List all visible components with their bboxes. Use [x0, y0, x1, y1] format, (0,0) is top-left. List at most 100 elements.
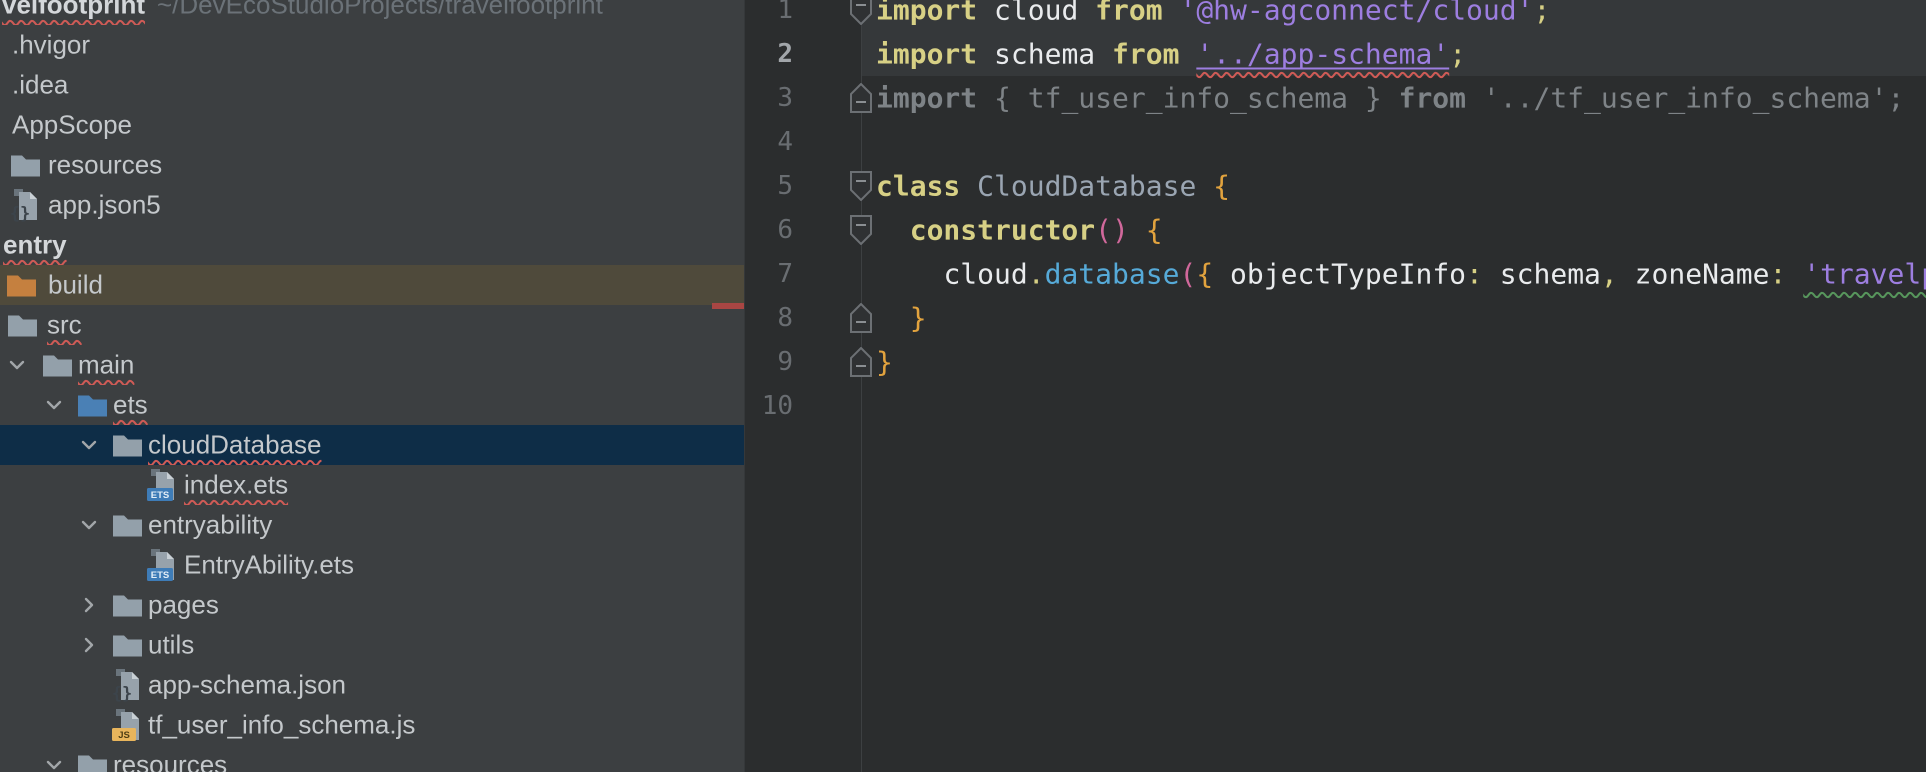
- chevron-down-icon[interactable]: [78, 514, 100, 536]
- folder-icon: [77, 753, 108, 772]
- tree-item-label: build: [48, 269, 103, 300]
- tree-item--hvigor[interactable]: .hvigor: [0, 25, 744, 65]
- svg-text:ETS: ETS: [151, 570, 169, 581]
- code-line-4[interactable]: 4: [745, 120, 1926, 164]
- chevron-right-icon[interactable]: [78, 594, 100, 616]
- code-line-1[interactable]: 1 import cloud from '@hw-agconnect/cloud'…: [745, 0, 1926, 32]
- tree-item-label: EntryAbility.ets: [184, 549, 355, 580]
- project-tree-panel: velfootprint ~/DevEcoStudioProjects/trave…: [0, 0, 745, 772]
- tree-item-resources[interactable]: resources: [0, 145, 744, 185]
- chevron-down-icon[interactable]: [43, 394, 65, 416]
- tree-item-tf-user-info-schema-js[interactable]: JS tf_user_info_schema.js: [0, 705, 744, 745]
- project-root-label: velfootprint: [2, 0, 145, 20]
- chevron-right-icon[interactable]: [78, 634, 100, 656]
- tree-item-label: tf_user_info_schema.js: [148, 709, 416, 740]
- code-line-2[interactable]: 2 import schema from '../app-schema';: [745, 32, 1926, 76]
- fold-marker-end-icon[interactable]: [849, 302, 873, 333]
- js-file-icon: JS: [112, 708, 142, 742]
- code-line-5[interactable]: 5 class CloudDatabase {: [745, 164, 1926, 208]
- tree-item-entry[interactable]: entry: [0, 225, 744, 265]
- line-number: 8: [777, 303, 793, 333]
- tree-item-resources[interactable]: resources: [0, 745, 744, 772]
- code-text: import cloud from '@hw-agconnect/cloud';: [876, 0, 1551, 27]
- chevron-down-icon[interactable]: [43, 754, 65, 772]
- fold-marker-end-icon[interactable]: [849, 82, 873, 113]
- tree-item-label: resources: [48, 149, 163, 180]
- tree-item-velfootprint[interactable]: velfootprint ~/DevEcoStudioProjects/trave…: [0, 0, 744, 25]
- folder-icon: [42, 353, 73, 378]
- folder-ets-icon: [77, 393, 108, 418]
- tree-item-label: .hvigor: [12, 29, 91, 60]
- line-number: 5: [777, 171, 793, 201]
- tree-item-label: AppScope: [12, 109, 132, 140]
- tree-item--idea[interactable]: .idea: [0, 65, 744, 105]
- json-file-icon: {}: [10, 188, 40, 224]
- line-number: 10: [761, 391, 793, 421]
- tree-item-ets[interactable]: ets: [0, 385, 744, 425]
- tree-item-app-schema-json[interactable]: {} app-schema.json: [0, 665, 744, 705]
- code-line-8[interactable]: 8 }: [745, 296, 1926, 340]
- code-line-9[interactable]: 9}: [745, 340, 1926, 384]
- fold-marker-end-icon[interactable]: [849, 346, 873, 377]
- code-line-3[interactable]: 3 import { tf_user_info_schema } from '..…: [745, 76, 1926, 120]
- ide-window: velfootprint ~/DevEcoStudioProjects/trave…: [0, 0, 1926, 772]
- line-number: 6: [777, 215, 793, 245]
- line-number: 4: [777, 127, 793, 157]
- tree-item-label: ets: [113, 389, 148, 420]
- folder-icon: [10, 153, 41, 178]
- tree-item-label: app-schema.json: [148, 669, 346, 700]
- code-text: import { tf_user_info_schema } from '../…: [876, 81, 1905, 115]
- tree-item-label: index.ets: [184, 469, 289, 500]
- tree-item-index-ets[interactable]: ETS index.ets: [0, 465, 744, 505]
- line-number: 7: [777, 259, 793, 289]
- line-number: 9: [777, 347, 793, 377]
- fold-marker-start-icon[interactable]: [849, 215, 873, 246]
- tree-scrollbar-error-mark[interactable]: [712, 303, 744, 309]
- chevron-down-icon[interactable]: [78, 434, 100, 456]
- tree-item-app-json5[interactable]: {} app.json5: [0, 185, 744, 225]
- tree-item-label: entry: [3, 229, 67, 260]
- line-number: 3: [777, 83, 793, 113]
- tree-item-label: cloudDatabase: [148, 429, 322, 460]
- code-text: }: [909, 301, 927, 335]
- tree-item-utils[interactable]: utils: [0, 625, 744, 665]
- tree-item-clouddatabase[interactable]: cloudDatabase: [0, 425, 744, 465]
- folder-icon: [112, 593, 143, 618]
- ets-file-icon: ETS: [147, 548, 177, 582]
- folder-build-icon: [6, 273, 37, 298]
- tree-item-label: .idea: [12, 69, 69, 100]
- tree-item-label: resources: [113, 749, 228, 772]
- tree-item-label: app.json5: [48, 189, 161, 220]
- fold-marker-start-icon[interactable]: [849, 171, 873, 202]
- svg-text:JS: JS: [118, 730, 130, 741]
- project-tree-rows: velfootprint ~/DevEcoStudioProjects/trave…: [0, 0, 744, 772]
- code-line-7[interactable]: 7 cloud.database({ objectTypeInfo: schem…: [745, 252, 1926, 296]
- fold-marker-start-icon[interactable]: [849, 0, 873, 26]
- tree-item-entryability-ets[interactable]: ETS EntryAbility.ets: [0, 545, 744, 585]
- svg-text:{}: {}: [112, 684, 132, 702]
- project-root-path: ~/DevEcoStudioProjects/travelfootprint: [157, 0, 603, 20]
- tree-item-pages[interactable]: pages: [0, 585, 744, 625]
- code-text: class CloudDatabase {: [876, 169, 1231, 203]
- tree-item-build[interactable]: build: [0, 265, 744, 305]
- code-line-10[interactable]: 10: [745, 384, 1926, 428]
- folder-icon: [112, 513, 143, 538]
- json-file-icon: {}: [112, 668, 142, 704]
- chevron-down-icon[interactable]: [6, 354, 28, 376]
- svg-text:{}: {}: [10, 204, 30, 222]
- tree-item-label: pages: [148, 589, 219, 620]
- tree-item-label: src: [47, 309, 82, 340]
- folder-icon: [7, 313, 38, 338]
- tree-item-entryability[interactable]: entryability: [0, 505, 744, 545]
- tree-item-src[interactable]: src: [0, 305, 744, 345]
- tree-item-main[interactable]: main: [0, 345, 744, 385]
- code-editor[interactable]: 1 import cloud from '@hw-agconnect/cloud'…: [745, 0, 1926, 772]
- code-text: }: [876, 345, 893, 379]
- line-number: 2: [777, 39, 793, 69]
- tree-item-appscope[interactable]: AppScope: [0, 105, 744, 145]
- code-line-6[interactable]: 6 constructor() {: [745, 208, 1926, 252]
- tree-item-label: main: [78, 349, 135, 380]
- code-lines: 1 import cloud from '@hw-agconnect/cloud'…: [745, 0, 1926, 428]
- folder-icon: [112, 433, 143, 458]
- tree-item-label: utils: [148, 629, 195, 660]
